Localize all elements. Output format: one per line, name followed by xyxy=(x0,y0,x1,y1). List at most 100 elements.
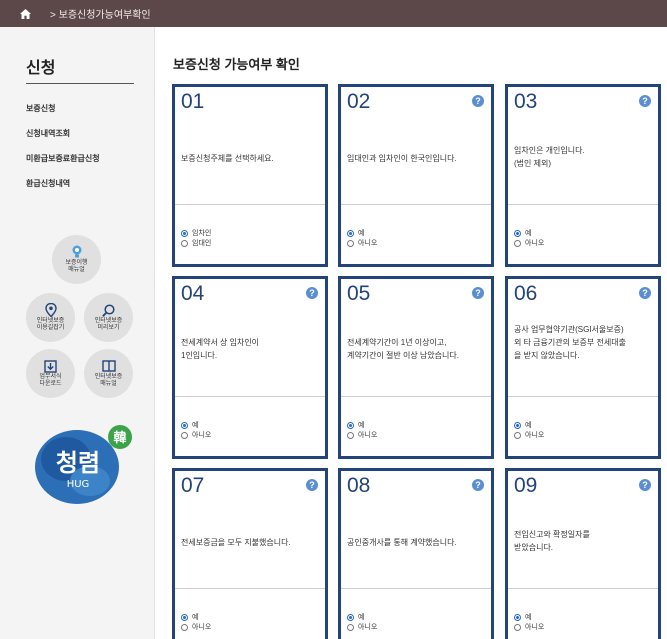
shortcut-internet-manual[interactable]: 인터넷보증 매뉴얼 xyxy=(84,349,133,398)
radio-button[interactable] xyxy=(181,623,188,631)
radio-button[interactable] xyxy=(347,623,354,631)
card-number: 04 xyxy=(181,282,205,305)
answer-option[interactable]: 예 xyxy=(514,420,544,430)
card-question: 보증신청주체를 선택하세요. xyxy=(181,154,274,163)
option-label: 예 xyxy=(358,614,365,621)
radio-button[interactable] xyxy=(347,229,354,237)
card-number: 08 xyxy=(347,474,371,497)
answer-option[interactable]: 아니오 xyxy=(514,430,544,440)
answer-option[interactable]: 예 xyxy=(347,420,377,430)
question-card-07: 07? 전세보증금을 모두 지불했습니다. 예 아니오 xyxy=(172,468,328,639)
help-icon[interactable]: ? xyxy=(639,287,651,299)
question-card-04: 04? 전세계약서 상 임차인이 1인입니다. 예아니오 xyxy=(172,276,328,459)
home-icon[interactable] xyxy=(17,6,33,22)
question-card-05: 05? 전세계약기간이 1년 이상이고, 계약기간이 절반 이상 남았습니다. 예 아… xyxy=(338,276,494,459)
answer-option[interactable]: 예 xyxy=(347,228,377,238)
radio-button[interactable] xyxy=(347,613,354,621)
card-number: 03 xyxy=(514,90,538,113)
card-question: 전세보증금을 모두 지불했습니다. xyxy=(181,538,291,547)
sidebar-item-guarantee-apply[interactable]: 보증신청 xyxy=(26,103,100,128)
shortcut-internet-guide[interactable]: 인터넷보증 이용길잡기 xyxy=(26,293,75,342)
question-card-09: 09? 전입신고와 확정일자를 받았습니다. 예 아니오 xyxy=(505,468,661,639)
radio-button[interactable] xyxy=(181,613,188,621)
radio-button[interactable] xyxy=(514,421,521,429)
answer-option[interactable]: 임대인 xyxy=(181,238,211,248)
answer-option[interactable]: 아니오 xyxy=(347,430,377,440)
radio-button[interactable] xyxy=(347,431,354,439)
help-icon[interactable]: ? xyxy=(639,95,651,107)
option-label: 임차인 xyxy=(192,230,212,237)
card-divider xyxy=(508,396,658,397)
card-number: 01 xyxy=(181,90,205,113)
option-label: 아니오 xyxy=(358,624,378,631)
shortcut-label: 인터넷보증 미리보기 xyxy=(94,318,123,331)
answer-option[interactable]: 예 xyxy=(347,612,377,622)
card-number: 09 xyxy=(514,474,538,497)
answer-options: 예아니오 xyxy=(181,420,211,440)
radio-button[interactable] xyxy=(514,623,521,631)
sidebar: 신청 보증신청 신청내역조회 미환급보증료환급신청 환급신청내역 보증이행 매뉴… xyxy=(0,27,155,639)
shortcut-label: 인터넷보증 매뉴얼 xyxy=(94,374,123,387)
sidebar-item-refund-apply[interactable]: 미환급보증료환급신청 xyxy=(26,153,100,178)
radio-button[interactable] xyxy=(181,421,188,429)
radio-button[interactable] xyxy=(181,239,188,247)
card-divider xyxy=(175,204,325,205)
radio-button[interactable] xyxy=(514,431,521,439)
location-pin-icon xyxy=(44,303,58,317)
shortcut-guarantee-manual[interactable]: 보증이행 매뉴얼 xyxy=(52,235,101,284)
help-icon[interactable]: ? xyxy=(306,479,318,491)
option-label: 아니오 xyxy=(525,624,545,631)
breadcrumb: > 보증신청가능여부확인 xyxy=(50,10,151,21)
radio-button[interactable] xyxy=(347,239,354,247)
sidebar-item-refund-history[interactable]: 환급신청내역 xyxy=(26,178,100,203)
shortcut-form-download[interactable]: 업무서식 다운로드 xyxy=(26,349,75,398)
help-icon[interactable]: ? xyxy=(472,479,484,491)
card-question: 임대인과 임차인이 한국인입니다. xyxy=(347,154,457,163)
answer-option[interactable]: 예 xyxy=(181,420,211,430)
option-label: 임대인 xyxy=(192,240,212,247)
option-label: 예 xyxy=(192,614,199,621)
answer-options: 임차인임대인 xyxy=(181,228,211,248)
answer-option[interactable]: 아니오 xyxy=(514,622,544,632)
option-label: 아니오 xyxy=(192,624,212,631)
book-icon xyxy=(101,359,116,373)
answer-option[interactable]: 아니오 xyxy=(181,622,211,632)
question-card-08: 08? 공인중개사를 통해 계약했습니다. 예 아니오 xyxy=(338,468,494,639)
card-divider xyxy=(508,204,658,205)
sidebar-item-apply-history[interactable]: 신청내역조회 xyxy=(26,128,100,153)
answer-option[interactable]: 예 xyxy=(514,612,544,622)
answer-option[interactable]: 아니오 xyxy=(514,238,544,248)
help-icon[interactable]: ? xyxy=(306,287,318,299)
help-icon[interactable]: ? xyxy=(639,479,651,491)
question-card-03: 03? 임차인은 개인입니다. (법인 제외) 예 아니오 xyxy=(505,84,661,267)
answer-option[interactable]: 아니오 xyxy=(347,238,377,248)
logo-badge: 韓 xyxy=(113,430,126,446)
card-number: 05 xyxy=(347,282,371,305)
option-label: 아니오 xyxy=(192,432,212,439)
option-label: 예 xyxy=(525,422,532,429)
card-divider xyxy=(341,588,491,589)
integrity-logo: 韓 청렴 HUG xyxy=(35,425,132,504)
answer-options: 예 아니오 xyxy=(514,228,544,248)
answer-option[interactable]: 예 xyxy=(514,228,544,238)
help-icon[interactable]: ? xyxy=(472,287,484,299)
radio-button[interactable] xyxy=(181,229,188,237)
answer-option[interactable]: 아니오 xyxy=(181,430,211,440)
shortcut-label: 업무서식 다운로드 xyxy=(39,374,62,387)
card-question: 전세계약서 상 임차인이 1인입니다. xyxy=(181,338,260,360)
radio-button[interactable] xyxy=(514,613,521,621)
answer-option[interactable]: 예 xyxy=(181,612,211,622)
logo-sub: HUG xyxy=(67,479,90,490)
card-number: 06 xyxy=(514,282,538,305)
radio-button[interactable] xyxy=(347,421,354,429)
radio-button[interactable] xyxy=(181,431,188,439)
radio-button[interactable] xyxy=(514,229,521,237)
answer-options: 예 아니오 xyxy=(347,228,377,248)
radio-button[interactable] xyxy=(514,239,521,247)
help-icon[interactable]: ? xyxy=(472,95,484,107)
answer-option[interactable]: 아니오 xyxy=(347,622,377,632)
answer-option[interactable]: 임차인 xyxy=(181,228,211,238)
card-number: 02 xyxy=(347,90,371,113)
card-divider xyxy=(508,588,658,589)
shortcut-internet-preview[interactable]: 인터넷보증 미리보기 xyxy=(84,293,133,342)
